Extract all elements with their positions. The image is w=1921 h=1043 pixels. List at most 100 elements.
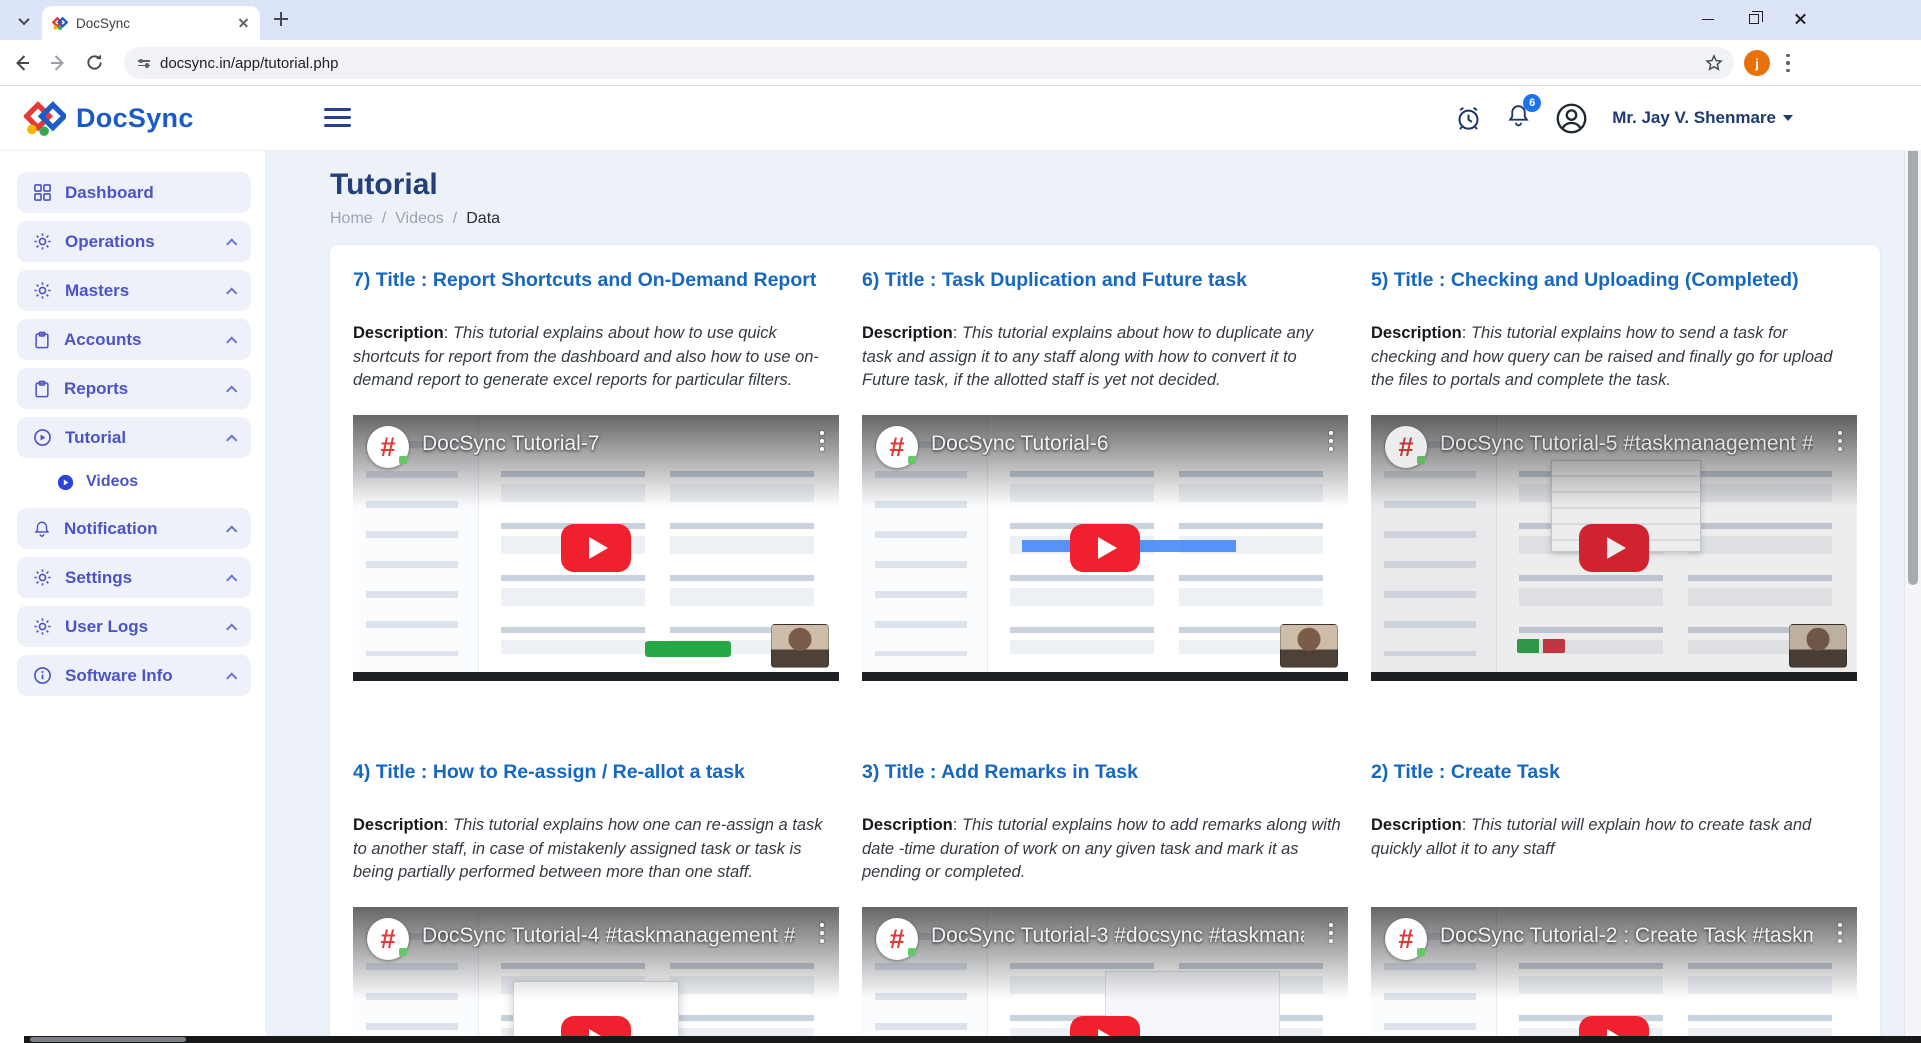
sidebar-item-tutorial[interactable]: Tutorial (17, 417, 251, 458)
play-button[interactable] (1579, 524, 1649, 572)
bookmark-star-icon[interactable] (1704, 53, 1724, 73)
forward-button[interactable] (44, 49, 72, 77)
channel-avatar[interactable]: # (367, 426, 409, 468)
tab-title: DocSync (76, 16, 235, 31)
sidebar-item-dashboard[interactable]: Dashboard (17, 172, 251, 213)
youtube-video-embed[interactable]: # DocSync Tutorial-4 #taskmanagement #do… (353, 907, 839, 1043)
sidebar-item-notification[interactable]: Notification (17, 508, 251, 549)
close-button[interactable] (1777, 0, 1823, 38)
video-title-overlay: # DocSync Tutorial-7 (353, 415, 839, 507)
sidebar-item-accounts[interactable]: Accounts (17, 319, 251, 360)
breadcrumb-videos[interactable]: Videos (395, 210, 444, 228)
thumbnail-taskbar (862, 672, 1348, 681)
restore-icon (1749, 14, 1759, 24)
sidebar-item-software-info[interactable]: Software Info (17, 655, 251, 696)
video-menu-dots-icon[interactable] (814, 429, 830, 453)
minimize-button[interactable] (1685, 0, 1731, 38)
sidebar-item-label: Dashboard (65, 183, 154, 203)
vertical-scrollbar-thumb[interactable] (1908, 115, 1918, 585)
video-menu-dots-icon[interactable] (1323, 429, 1339, 453)
channel-avatar[interactable]: # (367, 918, 409, 960)
tutorial-entry: 3) Title : Add Remarks in Task Descripti… (862, 761, 1348, 1043)
video-title[interactable]: DocSync Tutorial-2 : Create Task #taskma… (1440, 924, 1813, 948)
back-button[interactable] (8, 49, 36, 77)
tab-search-button[interactable] (10, 7, 38, 35)
thumbnail-taskbar (353, 672, 839, 681)
horizontal-scrollbar-thumb[interactable] (30, 1037, 186, 1042)
youtube-video-embed[interactable]: # DocSync Tutorial-3 #docsync #taskmanag… (862, 907, 1348, 1043)
browser-profile-avatar[interactable]: j (1744, 50, 1770, 76)
sidebar-item-label: Videos (86, 473, 138, 491)
tutorials-grid: 7) Title : Report Shortcuts and On-Deman… (353, 269, 1857, 1043)
url-text[interactable]: docsync.in/app/tutorial.php (160, 55, 1704, 72)
video-title[interactable]: DocSync Tutorial-4 #taskmanagement #doc.… (422, 924, 795, 948)
notification-badge: 6 (1523, 94, 1541, 112)
breadcrumb-home[interactable]: Home (330, 210, 373, 228)
channel-avatar[interactable]: # (1385, 426, 1427, 468)
tutorial-title: 6) Title : Task Duplication and Future t… (862, 269, 1348, 292)
youtube-video-embed[interactable]: # DocSync Tutorial-6 (862, 415, 1348, 681)
video-title[interactable]: DocSync Tutorial-3 #docsync #taskmanage.… (931, 924, 1304, 948)
description-label: Description (1371, 816, 1462, 834)
channel-avatar[interactable]: # (876, 918, 918, 960)
omnibox[interactable]: docsync.in/app/tutorial.php (124, 47, 1734, 79)
sidebar-item-user-logs[interactable]: User Logs (17, 606, 251, 647)
sidebar-item-label: Tutorial (65, 428, 126, 448)
play-icon (1607, 537, 1626, 559)
play-button[interactable] (1070, 524, 1140, 572)
sidebar-item-videos[interactable]: Videos (57, 464, 251, 500)
gear-icon (33, 568, 52, 587)
video-title[interactable]: DocSync Tutorial-6 (931, 432, 1304, 456)
play-circle-icon (33, 428, 52, 447)
video-menu-dots-icon[interactable] (814, 921, 830, 945)
sidebar-toggle-button[interactable] (324, 108, 351, 132)
description-separator: : (444, 324, 453, 342)
tutorial-entry: 6) Title : Task Duplication and Future t… (862, 269, 1348, 681)
alarm-clock-icon[interactable] (1455, 105, 1482, 132)
clipboard-icon (33, 380, 51, 398)
play-icon (1098, 537, 1117, 559)
description-label: Description (353, 816, 444, 834)
youtube-video-embed[interactable]: # DocSync Tutorial-7 (353, 415, 839, 681)
browser-menu-icon[interactable] (1779, 53, 1797, 73)
tutorial-description: Description: This tutorial will explain … (1371, 814, 1857, 885)
video-title[interactable]: DocSync Tutorial-5 #taskmanagement #doc.… (1440, 432, 1813, 456)
video-menu-dots-icon[interactable] (1832, 429, 1848, 453)
user-circle-icon[interactable] (1555, 102, 1588, 135)
tab-close-icon[interactable] (235, 15, 252, 32)
horizontal-scrollbar[interactable] (24, 1036, 1921, 1043)
sidebar-item-reports[interactable]: Reports (17, 368, 251, 409)
youtube-video-embed[interactable]: # DocSync Tutorial-2 : Create Task #task… (1371, 907, 1857, 1043)
tutorial-title: 7) Title : Report Shortcuts and On-Deman… (353, 269, 839, 292)
sidebar-item-settings[interactable]: Settings (17, 557, 251, 598)
browser-tab[interactable]: DocSync (42, 6, 260, 40)
video-title[interactable]: DocSync Tutorial-7 (422, 432, 795, 456)
video-title-overlay: # DocSync Tutorial-6 (862, 415, 1348, 507)
notifications-button[interactable]: 6 (1506, 103, 1531, 133)
site-settings-icon[interactable] (138, 60, 150, 66)
channel-symbol: # (889, 924, 904, 955)
reload-button[interactable] (80, 49, 108, 77)
sidebar-item-operations[interactable]: Operations (17, 221, 251, 262)
video-menu-dots-icon[interactable] (1323, 921, 1339, 945)
tutorial-description: Description: This tutorial explains how … (862, 814, 1348, 885)
chevron-up-icon (226, 672, 237, 683)
tutorial-description: Description: This tutorial explains how … (353, 814, 839, 885)
youtube-video-embed[interactable]: # DocSync Tutorial-5 #taskmanagement #do… (1371, 415, 1857, 681)
breadcrumb: Home / Videos / Data (330, 210, 1921, 228)
user-menu[interactable]: Mr. Jay V. Shenmare (1612, 108, 1793, 128)
play-button[interactable] (561, 524, 631, 572)
channel-symbol: # (1398, 432, 1413, 463)
sidebar-item-masters[interactable]: Masters (17, 270, 251, 311)
restore-button[interactable] (1731, 0, 1777, 38)
video-title-overlay: # DocSync Tutorial-4 #taskmanagement #do… (353, 907, 839, 999)
page-content: Tutorial Home / Videos / Data 7) Title :… (265, 150, 1921, 1043)
brand-logo[interactable]: DocSync (24, 100, 194, 136)
video-menu-dots-icon[interactable] (1832, 921, 1848, 945)
channel-avatar[interactable]: # (1385, 918, 1427, 960)
tutorial-description: Description: This tutorial explains abou… (862, 322, 1348, 393)
new-tab-button[interactable] (268, 6, 294, 32)
channel-avatar[interactable]: # (876, 426, 918, 468)
channel-symbol: # (380, 924, 395, 955)
vertical-scrollbar[interactable] (1904, 86, 1921, 1036)
